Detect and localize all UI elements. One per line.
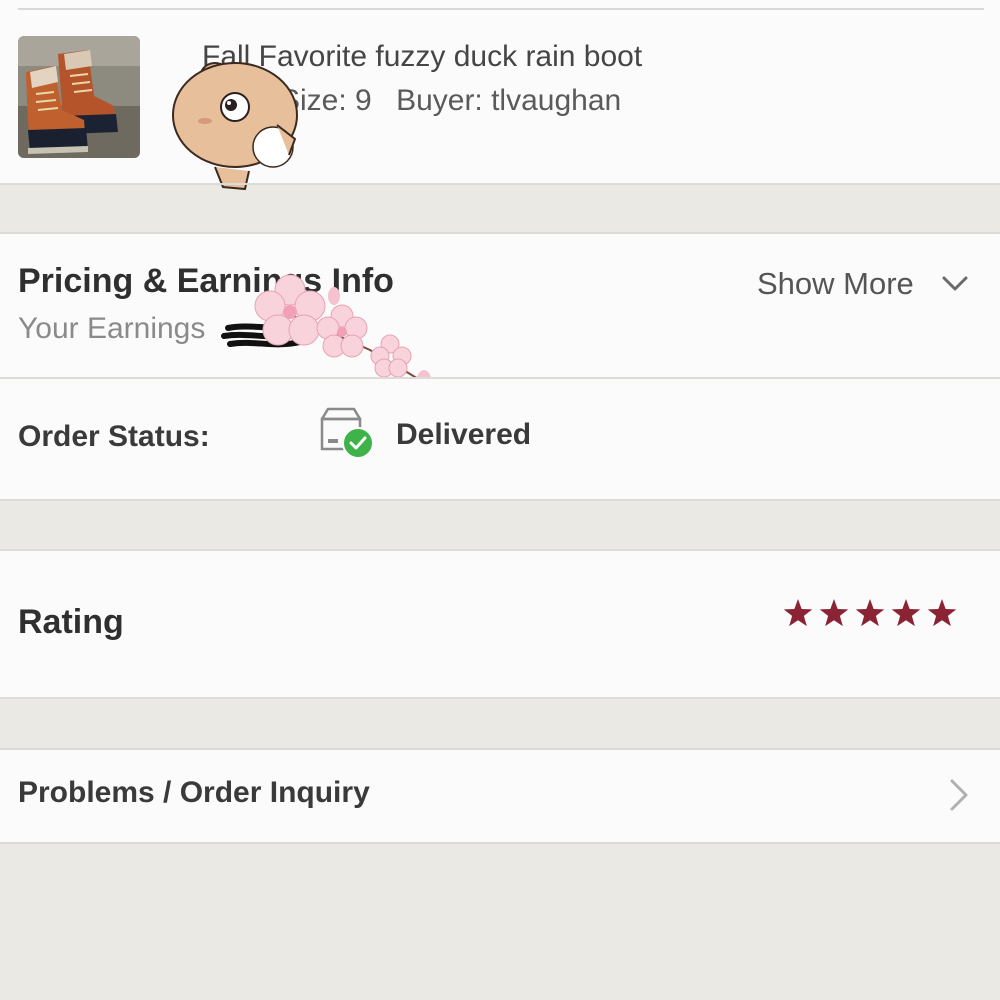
order-status-value: Delivered	[396, 418, 532, 451]
chevron-down-icon[interactable]	[940, 272, 970, 296]
pricing-panel	[0, 234, 1000, 377]
star-icon	[783, 599, 813, 627]
star-icon	[891, 599, 921, 627]
star-icon	[855, 599, 885, 627]
item-meta: Size: 9 Buyer: tlvaughan	[280, 84, 637, 118]
divider	[0, 183, 1000, 185]
star-icon	[927, 599, 957, 627]
divider	[0, 842, 1000, 844]
divider	[0, 697, 1000, 699]
rating-label: Rating	[18, 603, 124, 641]
show-more-button[interactable]: Show More	[757, 266, 914, 302]
top-divider	[18, 8, 984, 10]
rain-boots-photo-icon	[18, 36, 140, 158]
chevron-right-icon[interactable]	[946, 776, 972, 814]
order-status-label: Order Status:	[18, 420, 210, 453]
package-delivered-icon	[320, 407, 374, 459]
rating-stars	[783, 599, 957, 627]
bear-sticker	[172, 62, 298, 191]
item-thumbnail[interactable]	[18, 36, 140, 158]
divider	[0, 499, 1000, 501]
star-icon	[819, 599, 849, 627]
divider	[0, 232, 1000, 234]
earnings-label: Your Earnings	[18, 312, 206, 345]
item-buyer: Buyer: tlvaughan	[396, 84, 622, 117]
problems-order-inquiry-label[interactable]: Problems / Order Inquiry	[18, 776, 370, 810]
